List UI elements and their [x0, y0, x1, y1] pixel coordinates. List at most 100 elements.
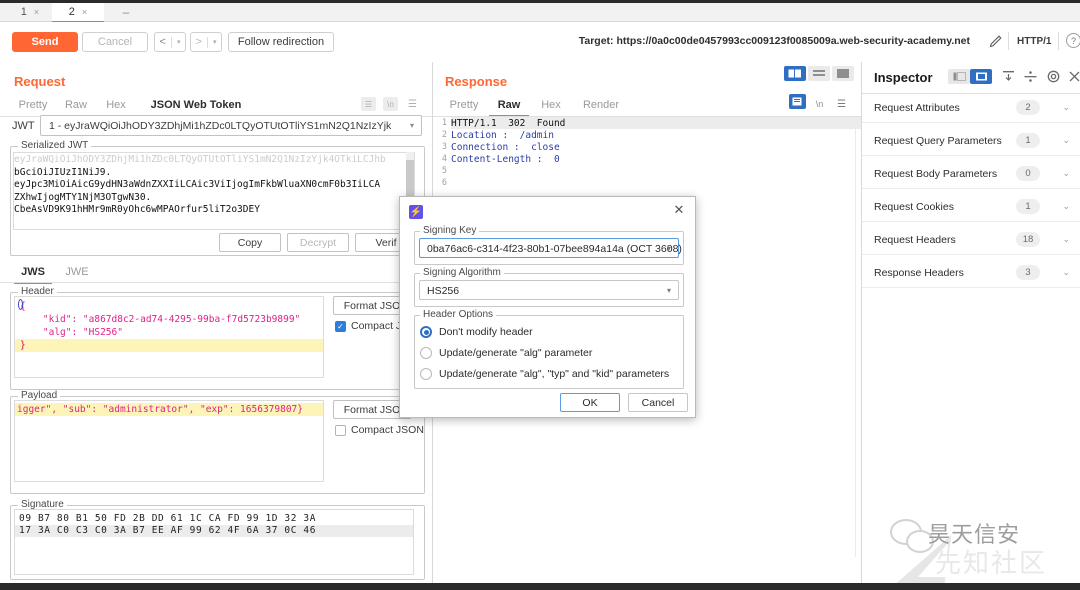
jwt-header-line-3-row: } — [15, 339, 323, 352]
repeater-tab-2[interactable]: 2 × — [52, 3, 104, 23]
tab-response-pretty[interactable]: Pretty — [441, 95, 487, 115]
inspector-row-label: Request Query Parameters — [874, 135, 1002, 147]
tab-request-hex[interactable]: Hex — [98, 95, 134, 115]
close-icon[interactable]: × — [34, 7, 39, 17]
split-icon[interactable] — [1022, 68, 1039, 85]
chevron-down-icon[interactable]: ⌄ — [1062, 201, 1070, 212]
repeater-tab-1[interactable]: 1 × — [8, 3, 52, 21]
signing-algorithm-select[interactable]: HS256 ▾ — [419, 280, 679, 300]
response-line-0: HTTP/1.1 302 Found — [451, 118, 566, 129]
jwt-select-value: 1 - eyJraWQiOiJhODY3ZDhjMi1hZDc0LTQyOTUt… — [49, 120, 394, 132]
serialized-jwt-line-0: eyJraWQiOiJhODY3ZDhjMi1hZDc0LTQyOTUtOTli… — [14, 154, 386, 165]
close-icon[interactable]: ✕ — [671, 202, 687, 218]
compact-json-payload-checkbox[interactable]: Compact JSON — [335, 424, 424, 436]
edit-target-pencil-icon[interactable] — [988, 33, 1004, 49]
copy-button[interactable]: Copy — [219, 233, 281, 252]
search-highlight-icon[interactable] — [789, 94, 806, 109]
newline-icon[interactable]: \n — [383, 97, 398, 111]
radio-update-alg[interactable]: Update/generate "alg" parameter — [420, 347, 592, 359]
chevron-down-icon[interactable]: ⌄ — [1062, 102, 1070, 113]
follow-redirection-button[interactable]: Follow redirection — [228, 32, 334, 52]
inspector-row-request-body-parameters[interactable]: Request Body Parameters 0 ⌄ — [862, 159, 1080, 189]
text-caret — [18, 299, 23, 310]
help-icon[interactable]: ? — [1066, 33, 1080, 48]
single-view-icon[interactable] — [832, 66, 854, 81]
decrypt-button[interactable]: Decrypt — [287, 233, 349, 252]
collapse-icon[interactable] — [1000, 68, 1017, 85]
line-number: 2 — [441, 130, 447, 140]
chevron-down-icon[interactable]: ⌄ — [1062, 234, 1070, 245]
tab-jwe[interactable]: JWE — [58, 262, 96, 282]
divider — [1058, 32, 1059, 50]
wrap-lines-icon[interactable]: ☰ — [361, 97, 376, 111]
radio-dont-modify-header[interactable]: Don't modify header — [420, 326, 533, 338]
cancel-button[interactable]: Cancel — [82, 32, 148, 52]
checkbox-icon: ✓ — [335, 320, 346, 332]
close-icon[interactable]: × — [82, 7, 87, 17]
chevron-down-icon[interactable]: ▾ — [213, 38, 217, 46]
tab-request-pretty[interactable]: Pretty — [12, 95, 54, 115]
radio-label: Don't modify header — [439, 326, 533, 338]
chevron-down-icon[interactable]: ⌄ — [1062, 267, 1070, 278]
inspector-row-request-cookies[interactable]: Request Cookies 1 ⌄ — [862, 192, 1080, 222]
inspector-row-count: 1 — [1016, 133, 1040, 148]
response-scrollbar[interactable] — [855, 117, 856, 557]
next-arrow-icon: > — [195, 36, 202, 48]
inspector-row-response-headers[interactable]: Response Headers 3 ⌄ — [862, 258, 1080, 288]
tab-response-hex[interactable]: Hex — [531, 95, 571, 115]
tab-request-raw[interactable]: Raw — [58, 95, 94, 115]
tab-response-render[interactable]: Render — [573, 95, 629, 115]
chevron-down-icon: ▾ — [666, 286, 671, 295]
jwt-select[interactable]: 1 - eyJraWQiOiJhODY3ZDhjMi1hZDc0LTQyOTUt… — [40, 115, 422, 136]
divider — [1008, 32, 1009, 50]
new-tab-button[interactable]: – — [108, 3, 144, 21]
serialized-jwt-line-1: bGciOiJIUzI1NiJ9. — [14, 166, 112, 178]
inspector-row-request-headers[interactable]: Request Headers 18 ⌄ — [862, 225, 1080, 255]
jwt-signature-editor[interactable]: 09 B7 80 B1 50 FD 2B DD 61 1C CA FD 99 1… — [14, 509, 414, 575]
ok-button[interactable]: OK — [560, 393, 620, 412]
line-number: 6 — [441, 178, 447, 188]
compact-json-header-checkbox[interactable]: ✓ Compact J — [335, 320, 401, 332]
previous-request-button[interactable]: < ▾ — [154, 32, 186, 52]
menu-icon[interactable]: ☰ — [834, 97, 849, 111]
divider — [170, 36, 172, 48]
layout-right-icon[interactable] — [970, 69, 992, 84]
radio-label: Update/generate "alg", "typ" and "kid" p… — [439, 368, 670, 380]
repeater-tab-2-label: 2 — [68, 6, 75, 18]
rows-view-icon[interactable] — [808, 66, 830, 81]
response-raw-view[interactable]: 1 HTTP/1.1 302 Found 2 Location : /admin… — [433, 117, 861, 188]
dialog-cancel-button[interactable]: Cancel — [628, 393, 688, 412]
tab-response-raw[interactable]: Raw — [489, 95, 529, 117]
inspector-row-request-query-parameters[interactable]: Request Query Parameters 1 ⌄ — [862, 126, 1080, 156]
watermark: 先知社区 昊天信安 — [880, 515, 1080, 583]
newline-icon[interactable]: \n — [812, 97, 827, 111]
gear-icon[interactable] — [1045, 68, 1062, 85]
next-request-button[interactable]: > ▾ — [190, 32, 222, 52]
serialized-jwt-text: eyJraWQiOiJhODY3ZDhjMi1hZDc0LTQyOTUtOTli… — [14, 154, 404, 232]
signature-row: 17 3A C0 C3 C0 3A B7 EE AF 99 62 4F 6A 3… — [15, 525, 413, 537]
chevron-down-icon[interactable]: ▾ — [177, 38, 181, 46]
split-view-icon[interactable] — [784, 66, 806, 81]
radio-icon — [420, 347, 432, 359]
send-button[interactable]: Send — [12, 32, 78, 52]
chevron-down-icon[interactable]: ⌄ — [1062, 135, 1070, 146]
radio-update-alg-typ-kid[interactable]: Update/generate "alg", "typ" and "kid" p… — [420, 368, 669, 380]
chevron-down-icon[interactable]: ⌄ — [1062, 168, 1070, 179]
chevron-down-icon: ▾ — [409, 121, 414, 130]
tab-request-json-web-token[interactable]: JSON Web Token — [140, 95, 252, 117]
inspector-row-request-attributes[interactable]: Request Attributes 2 ⌄ — [862, 93, 1080, 123]
layout-left-icon[interactable] — [948, 69, 970, 84]
menu-icon[interactable]: ☰ — [405, 97, 420, 111]
inspector-row-label: Request Body Parameters — [874, 168, 998, 180]
previous-arrow-icon: < — [159, 36, 166, 48]
signing-algorithm-label: Signing Algorithm — [420, 267, 504, 278]
signing-key-select[interactable]: 0ba76ac6-c314-4f23-80b1-07bee894a14a (OC… — [419, 238, 682, 258]
http-version-label[interactable]: HTTP/1 — [1017, 36, 1051, 47]
jwt-header-editor[interactable]: { "kid": "a867d8c2-ad74-4295-99ba-f7d572… — [14, 296, 324, 378]
close-icon[interactable] — [1066, 68, 1080, 85]
tab-jws[interactable]: JWS — [14, 262, 52, 284]
sign-jwt-dialog: ⚡ ✕ Signing Key 0ba76ac6-c314-4f23-80b1-… — [399, 196, 696, 418]
signature-row: 09 B7 80 B1 50 FD 2B DD 61 1C CA FD 99 1… — [15, 513, 413, 525]
radio-label: Update/generate "alg" parameter — [439, 347, 593, 359]
jwt-payload-editor[interactable]: igger", "sub": "administrator", "exp": 1… — [14, 400, 324, 482]
